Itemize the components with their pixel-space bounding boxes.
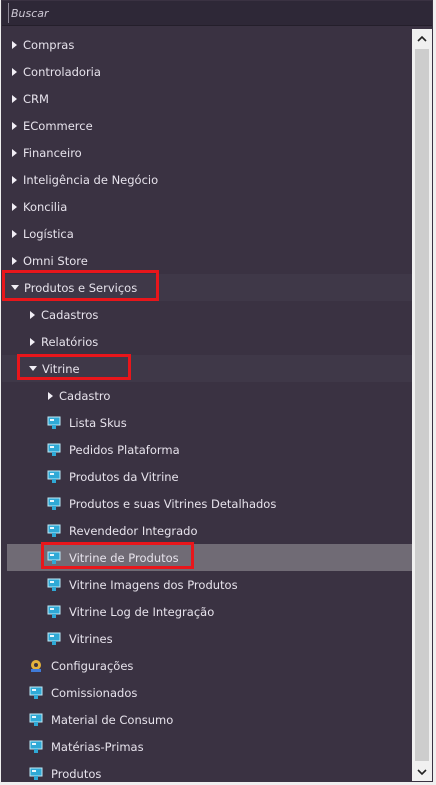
tree-item-label: Configurações xyxy=(51,658,134,673)
menu-tree: Compras Controladoria CRM ECommerce Fina… xyxy=(2,29,412,781)
tree-item-controladoria[interactable]: Controladoria xyxy=(2,58,412,85)
report-icon xyxy=(47,470,61,483)
tree-item-comissionados[interactable]: Comissionados xyxy=(2,679,412,706)
expand-triangle-icon xyxy=(30,310,35,319)
expand-triangle-icon xyxy=(48,391,53,400)
tree-item-label: Inteligência de Negócio xyxy=(23,172,159,187)
tree-item-ecommerce[interactable]: ECommerce xyxy=(2,112,412,139)
tree-item-vitrine-log[interactable]: Vitrine Log de Integração xyxy=(2,598,412,625)
tree-item-label: Vitrines xyxy=(69,631,113,646)
tree-item-pedidos-plataforma[interactable]: Pedidos Plataforma xyxy=(2,436,412,463)
tree-item-label: Material de Consumo xyxy=(51,712,174,727)
tree-item-cadastros[interactable]: Cadastros xyxy=(2,301,412,328)
tree-item-label: Comissionados xyxy=(51,685,138,700)
expand-triangle-icon xyxy=(12,229,17,238)
scroll-up-button[interactable] xyxy=(412,29,432,47)
search-input[interactable] xyxy=(8,3,421,23)
tree-item-label: Koncilia xyxy=(23,199,68,214)
tree-item-vitrines[interactable]: Vitrines xyxy=(2,625,412,652)
tree-item-label: Lista Skus xyxy=(69,415,127,430)
chevron-up-icon xyxy=(417,35,427,42)
tree-item-label: ECommerce xyxy=(23,118,93,133)
report-icon xyxy=(47,605,61,618)
tree-item-label: Cadastros xyxy=(41,307,99,322)
tree-item-label: Vitrine Log de Integração xyxy=(69,604,215,619)
tree-item-lista-skus[interactable]: Lista Skus xyxy=(2,409,412,436)
report-icon xyxy=(29,713,43,726)
tree-item-materias-primas[interactable]: Matérias-Primas xyxy=(2,733,412,760)
navigation-panel: Compras Controladoria CRM ECommerce Fina… xyxy=(1,0,433,782)
tree-item-label: Vitrine xyxy=(42,361,80,376)
expand-triangle-icon xyxy=(12,175,17,184)
tree-item-relatorios[interactable]: Relatórios xyxy=(2,328,412,355)
tree-item-produtos-vitrine[interactable]: Produtos da Vitrine xyxy=(2,463,412,490)
scroll-down-button[interactable] xyxy=(412,763,432,781)
report-icon xyxy=(47,524,61,537)
expand-triangle-icon xyxy=(12,40,17,49)
expand-triangle-icon xyxy=(30,337,35,346)
report-icon xyxy=(47,578,61,591)
tree-item-financeiro[interactable]: Financeiro xyxy=(2,139,412,166)
report-icon xyxy=(47,497,61,510)
tree-item-vitrine-de-produtos[interactable]: Vitrine de Produtos xyxy=(7,544,412,571)
tree-item-label: Compras xyxy=(23,37,75,52)
tree-item-omni-store[interactable]: Omni Store xyxy=(2,247,412,274)
tree-item-label: Relatórios xyxy=(41,334,99,349)
report-icon xyxy=(47,443,61,456)
tree-item-configuracoes[interactable]: Configurações xyxy=(2,652,412,679)
tree-item-produtos-suas-vitrines[interactable]: Produtos e suas Vitrines Detalhados xyxy=(2,490,412,517)
tree-item-compras[interactable]: Compras xyxy=(2,31,412,58)
scrollbar-thumb[interactable] xyxy=(415,49,429,761)
tree-item-label: Logística xyxy=(23,226,74,241)
tree-item-label: Controladoria xyxy=(23,64,101,79)
tree-item-label: CRM xyxy=(23,91,49,106)
tree-item-label: Vitrine de Produtos xyxy=(69,550,179,565)
report-icon xyxy=(29,740,43,753)
report-icon xyxy=(47,632,61,645)
report-icon xyxy=(47,551,61,564)
expand-triangle-icon xyxy=(12,94,17,103)
tree-item-label: Revendedor Integrado xyxy=(69,523,198,538)
tree-item-label: Matérias-Primas xyxy=(51,739,144,754)
tree-item-inteligencia[interactable]: Inteligência de Negócio xyxy=(2,166,412,193)
tree-item-label: Produtos e suas Vitrines Detalhados xyxy=(69,496,277,511)
tree-item-label: Vitrine Imagens dos Produtos xyxy=(69,577,238,592)
tree-item-label: Pedidos Plataforma xyxy=(69,442,180,457)
vertical-scrollbar[interactable] xyxy=(412,29,432,781)
expand-triangle-icon xyxy=(12,148,17,157)
tree-item-koncilia[interactable]: Koncilia xyxy=(2,193,412,220)
expand-triangle-icon xyxy=(12,256,17,265)
tree-item-label: Omni Store xyxy=(23,253,88,268)
tree-item-produtos[interactable]: Produtos xyxy=(2,760,412,781)
tree-item-produtos-servicos[interactable]: Produtos e Serviços xyxy=(2,274,412,301)
tree-item-material-consumo[interactable]: Material de Consumo xyxy=(2,706,412,733)
tree-item-crm[interactable]: CRM xyxy=(2,85,412,112)
config-icon xyxy=(31,659,41,672)
search-bar xyxy=(2,1,432,26)
tree-item-vitrine[interactable]: Vitrine xyxy=(2,355,412,382)
tree-item-label: Cadastro xyxy=(59,388,111,403)
chevron-down-icon xyxy=(417,768,427,775)
expand-triangle-icon xyxy=(12,67,17,76)
tree-item-revendedor-integrado[interactable]: Revendedor Integrado xyxy=(2,517,412,544)
tree-item-cadastro[interactable]: Cadastro xyxy=(2,382,412,409)
tree-item-label: Produtos e Serviços xyxy=(24,280,138,295)
tree-item-vitrine-imagens[interactable]: Vitrine Imagens dos Produtos xyxy=(2,571,412,598)
report-icon xyxy=(29,767,43,780)
collapse-triangle-icon xyxy=(29,366,37,371)
tree-item-label: Produtos xyxy=(51,766,102,781)
report-icon xyxy=(29,686,43,699)
report-icon xyxy=(47,416,61,429)
collapse-triangle-icon xyxy=(11,285,19,290)
expand-triangle-icon xyxy=(12,121,17,130)
tree-item-label: Produtos da Vitrine xyxy=(69,469,179,484)
expand-triangle-icon xyxy=(12,202,17,211)
tree-item-logistica[interactable]: Logística xyxy=(2,220,412,247)
tree-item-label: Financeiro xyxy=(23,145,82,160)
